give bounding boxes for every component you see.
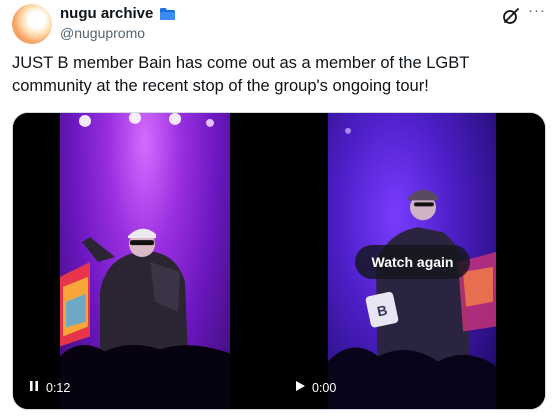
video-right-time: 0:00 xyxy=(312,380,337,395)
more-icon[interactable]: ··· xyxy=(528,3,548,24)
author-display-name[interactable]: nugu archive xyxy=(60,5,153,22)
video-right-controls: 0:00 xyxy=(294,380,336,395)
pause-icon[interactable] xyxy=(28,380,40,395)
video-left-controls: 0:12 xyxy=(28,380,70,395)
watch-again-button[interactable]: Watch again xyxy=(355,245,470,279)
avatar[interactable] xyxy=(12,4,52,44)
video-left-time: 0:12 xyxy=(46,380,71,395)
video-left-frame xyxy=(60,113,230,409)
play-icon[interactable] xyxy=(294,380,306,395)
video-left[interactable]: 0:12 xyxy=(13,113,277,409)
video-right[interactable]: B Watch again 0:00 xyxy=(279,113,545,409)
author-handle[interactable]: @nugupromo xyxy=(60,25,145,41)
media-grid: 0:12 B Watch again 0:00 xyxy=(12,112,546,410)
folder-icon xyxy=(159,7,176,21)
author-name-row: nugu archive xyxy=(60,5,176,22)
grok-icon[interactable] xyxy=(501,6,521,26)
tweet-text: JUST B member Bain has come out as a mem… xyxy=(12,54,470,95)
